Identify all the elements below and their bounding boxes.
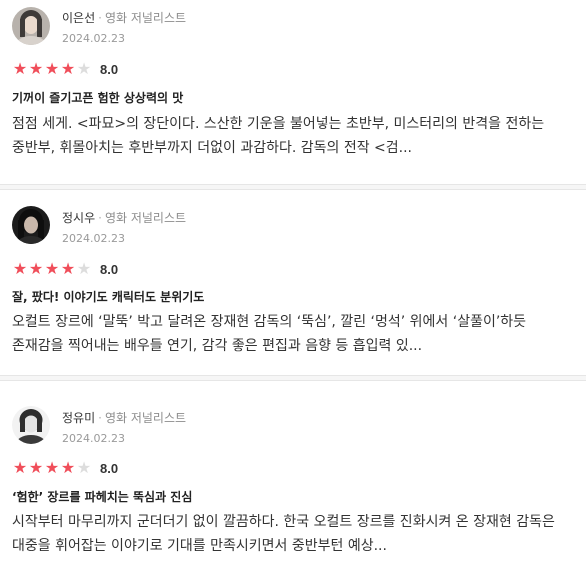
avatar-photo-3: [12, 406, 50, 444]
author-line: 정유미 · 영화 저널리스트: [62, 410, 186, 426]
avatar-photo-1: [12, 7, 50, 45]
review-body[interactable]: 점점 세게. <파묘>의 장단이다. 스산한 기운을 불어넣는 초반부, 미스터…: [12, 112, 580, 160]
star-rating: ★ ★ ★ ★ ★: [12, 61, 92, 77]
star-empty-icon: ★: [76, 458, 92, 477]
author-role: 영화 저널리스트: [104, 211, 187, 225]
author-role: 영화 저널리스트: [104, 11, 187, 25]
card-divider: [0, 375, 586, 381]
avatar[interactable]: [12, 7, 50, 45]
star-filled-icon: ★: [60, 458, 76, 477]
star-filled-icon: ★: [60, 259, 76, 278]
author-line: 정시우 · 영화 저널리스트: [62, 210, 186, 226]
star-filled-icon: ★: [28, 259, 44, 278]
avatar-photo-2: [12, 206, 50, 244]
star-filled-icon: ★: [28, 59, 44, 78]
star-filled-icon: ★: [12, 259, 28, 278]
author-role: 영화 저널리스트: [104, 411, 187, 425]
review-card: 정유미 · 영화 저널리스트 2024.02.23 ★ ★ ★ ★ ★ 8.0 ‘험한’ 장…: [0, 382, 586, 570]
critic-review-list: 이은선 · 영화 저널리스트 2024.02.23 ★ ★ ★ ★ ★ 8.0 기꺼이 즐기…: [0, 0, 586, 570]
author-separator: ·: [98, 411, 102, 425]
star-filled-icon: ★: [44, 458, 60, 477]
rating-value: 8.0: [100, 460, 119, 476]
star-empty-icon: ★: [76, 259, 92, 278]
rating-row: ★ ★ ★ ★ ★ 8.0: [12, 459, 118, 477]
star-filled-icon: ★: [12, 59, 28, 78]
review-title[interactable]: 잘, 팠다! 이야기도 캐릭터도 분위기도: [12, 289, 204, 305]
review-body[interactable]: 오컬트 장르에 ‘말뚝’ 박고 달려온 장재현 감독의 ‘뚝심’, 깔린 ‘멍석…: [12, 310, 580, 358]
star-empty-icon: ★: [76, 59, 92, 78]
rating-row: ★ ★ ★ ★ ★ 8.0: [12, 60, 118, 78]
avatar[interactable]: [12, 206, 50, 244]
author-separator: ·: [98, 211, 102, 225]
author-name[interactable]: 정시우: [62, 211, 95, 225]
author-name[interactable]: 이은선: [62, 11, 95, 25]
author-name[interactable]: 정유미: [62, 411, 95, 425]
rating-value: 8.0: [100, 261, 119, 277]
star-filled-icon: ★: [12, 458, 28, 477]
star-filled-icon: ★: [44, 59, 60, 78]
review-card: 이은선 · 영화 저널리스트 2024.02.23 ★ ★ ★ ★ ★ 8.0 기꺼이 즐기…: [0, 0, 586, 184]
star-filled-icon: ★: [44, 259, 60, 278]
author-separator: ·: [98, 11, 102, 25]
star-rating: ★ ★ ★ ★ ★: [12, 261, 92, 277]
review-date: 2024.02.23: [62, 32, 125, 45]
rating-value: 8.0: [100, 61, 119, 77]
rating-row: ★ ★ ★ ★ ★ 8.0: [12, 260, 118, 278]
avatar[interactable]: [12, 406, 50, 444]
review-date: 2024.02.23: [62, 232, 125, 245]
review-body[interactable]: 시작부터 마무리까지 군더더기 없이 깔끔하다. 한국 오컬트 장르를 진화시켜…: [12, 510, 580, 558]
author-line: 이은선 · 영화 저널리스트: [62, 10, 186, 26]
review-title[interactable]: ‘험한’ 장르를 파헤치는 뚝심과 진심: [12, 489, 192, 505]
review-card: 정시우 · 영화 저널리스트 2024.02.23 ★ ★ ★ ★ ★ 8.0 잘, 팠다!…: [0, 190, 586, 374]
review-title[interactable]: 기꺼이 즐기고픈 험한 상상력의 맛: [12, 90, 183, 106]
star-rating: ★ ★ ★ ★ ★: [12, 460, 92, 476]
review-date: 2024.02.23: [62, 432, 125, 445]
star-filled-icon: ★: [60, 59, 76, 78]
star-filled-icon: ★: [28, 458, 44, 477]
